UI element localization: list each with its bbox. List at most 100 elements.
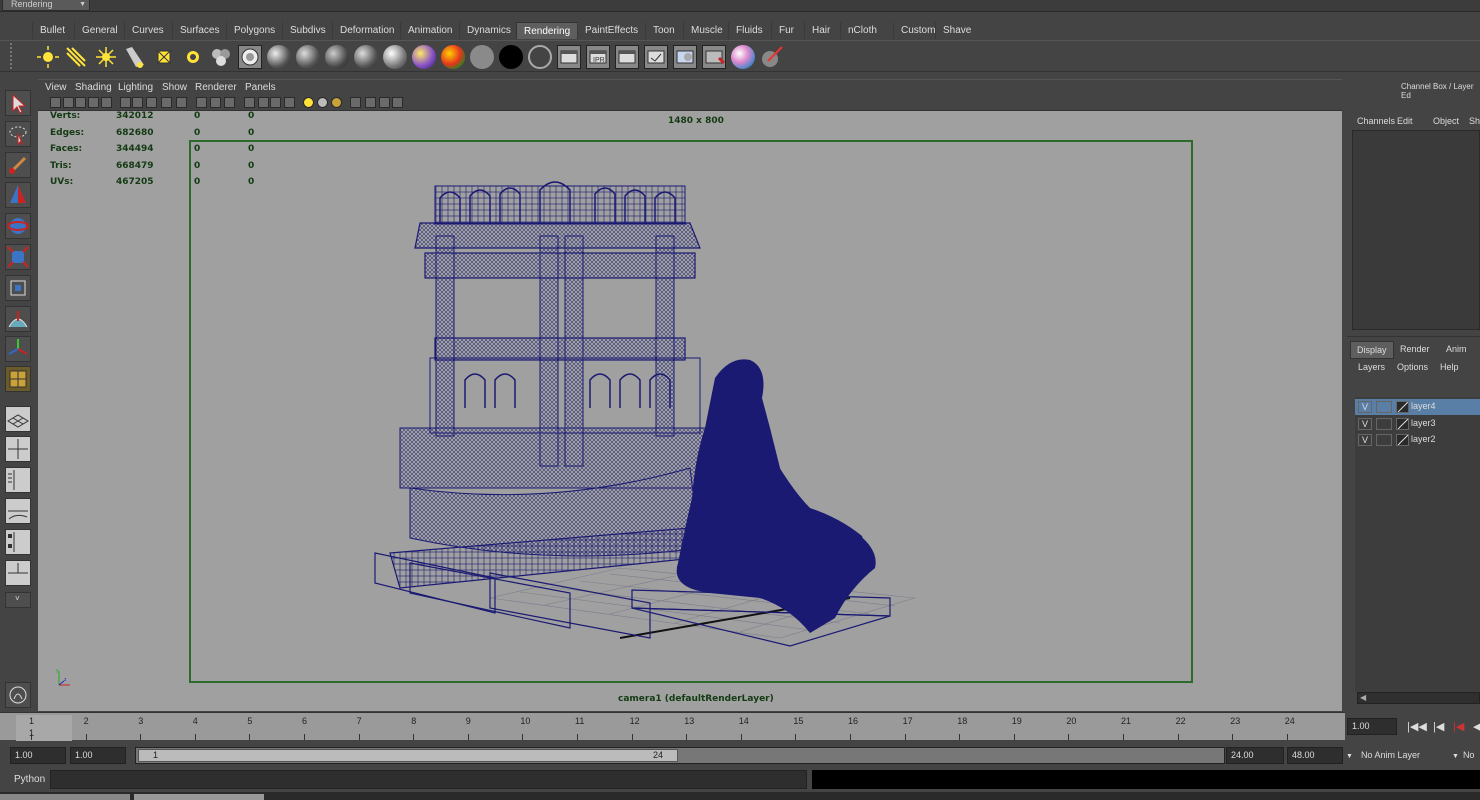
texture-icon[interactable] <box>284 97 295 108</box>
surface-shader-icon[interactable] <box>470 45 494 69</box>
layer-menu-item[interactable]: Layers <box>1358 362 1385 372</box>
hypergraph-layout-icon[interactable] <box>5 560 31 586</box>
single-perspective-layout-icon[interactable] <box>5 406 31 432</box>
ambient-occlusion-icon[interactable] <box>331 97 342 108</box>
rotate-tool-icon[interactable] <box>5 213 31 239</box>
point-light-icon[interactable] <box>94 45 118 69</box>
shelf-tab-deformation[interactable]: Deformation <box>332 22 401 39</box>
anim-start-field[interactable]: 1.00 <box>70 747 126 764</box>
ambient-light-icon[interactable] <box>36 45 60 69</box>
use-background-icon[interactable] <box>499 45 523 69</box>
go-to-start-icon[interactable]: |◀◀ <box>1407 720 1427 733</box>
scroll-left-icon[interactable]: ◀ <box>1360 693 1366 702</box>
character-set-dropdown[interactable]: ▼ No <box>1452 747 1480 764</box>
layer-menu-item[interactable]: Options <box>1397 362 1428 372</box>
viewport-menu-view[interactable]: View <box>45 82 67 93</box>
select-camera-icon[interactable] <box>50 97 61 108</box>
layer-type-toggle[interactable] <box>1376 401 1392 413</box>
area-light-icon[interactable] <box>152 45 176 69</box>
layer-tab-display[interactable]: Display <box>1350 341 1394 359</box>
lambert-material-icon[interactable] <box>296 45 320 69</box>
minimized-window[interactable] <box>0 794 130 800</box>
shelf-tab-animation[interactable]: Animation <box>400 22 459 39</box>
shelf-tab-fur[interactable]: Fur <box>771 22 801 39</box>
uv-editor-icon[interactable] <box>5 366 31 392</box>
play-back-icon[interactable]: ◀ <box>1473 720 1480 733</box>
layer-type-toggle[interactable] <box>1376 434 1392 446</box>
step-back-frame-icon[interactable]: |◀ <box>1453 720 1464 733</box>
layer-color-swatch[interactable] <box>1396 417 1409 430</box>
film-gate-icon[interactable] <box>146 97 157 108</box>
camera-attributes-icon[interactable] <box>63 97 74 108</box>
shelf-tab-muscle[interactable]: Muscle <box>683 22 730 39</box>
layer-visibility-toggle[interactable]: V <box>1358 401 1372 413</box>
render-diagnostics-icon[interactable] <box>702 45 726 69</box>
hypershade-icon[interactable] <box>209 45 233 69</box>
shelf-tab-bullet[interactable]: Bullet <box>32 22 72 39</box>
shelf-tab-curves[interactable]: Curves <box>124 22 171 39</box>
grease-pencil-icon[interactable] <box>120 97 131 108</box>
shelf-tab-painteffects[interactable]: PaintEffects <box>577 22 645 39</box>
layer-menu-item[interactable]: Help <box>1440 362 1459 372</box>
smooth-shade-icon[interactable] <box>258 97 269 108</box>
shelf-tab-shave[interactable]: Shave <box>935 22 978 39</box>
spot-light-icon[interactable] <box>122 45 146 69</box>
field-chart-icon[interactable] <box>196 97 207 108</box>
shadows-icon[interactable] <box>317 97 328 108</box>
shading-group-icon[interactable] <box>528 45 552 69</box>
layer-row[interactable]: Vlayer2 <box>1355 432 1480 448</box>
viewport-menu-lighting[interactable]: Lighting <box>118 82 153 93</box>
start-time-field[interactable]: 1.00 <box>10 747 66 764</box>
ramp-shader-icon[interactable] <box>441 45 465 69</box>
render-settings-icon[interactable] <box>644 45 668 69</box>
paint-canvas-icon[interactable] <box>760 45 784 69</box>
layer-row[interactable]: Vlayer4 <box>1355 399 1480 415</box>
lasso-tool-icon[interactable] <box>5 121 31 147</box>
persp-outliner-layout-icon[interactable] <box>5 467 31 493</box>
soft-modification-icon[interactable] <box>5 306 31 332</box>
shelf-tab-rendering[interactable]: Rendering <box>516 22 579 39</box>
viewport-menu-show[interactable]: Show <box>162 82 187 93</box>
use-lights-icon[interactable] <box>303 97 314 108</box>
shelf-tab-polygons[interactable]: Polygons <box>226 22 282 39</box>
2d-pan-zoom-icon[interactable] <box>101 97 112 108</box>
current-frame-marker[interactable] <box>16 715 72 741</box>
layer-color-swatch[interactable] <box>1396 401 1409 413</box>
mental-ray-icon[interactable] <box>731 45 755 69</box>
paint-select-tool-icon[interactable] <box>5 152 31 178</box>
command-language-label[interactable]: Python <box>14 774 45 785</box>
layer-row[interactable]: Vlayer3 <box>1355 416 1480 432</box>
shelf-tab-toon[interactable]: Toon <box>645 22 682 39</box>
layer-tab-render[interactable]: Render <box>1394 341 1436 357</box>
volume-light-icon[interactable] <box>181 45 205 69</box>
shelf-tab-subdivs[interactable]: Subdivs <box>282 22 333 39</box>
select-tool-icon[interactable] <box>5 90 31 116</box>
directional-light-icon[interactable] <box>64 45 88 69</box>
command-input[interactable] <box>50 770 807 789</box>
menu-set-dropdown[interactable]: Rendering ▼ <box>2 0 90 11</box>
render-layer-icon[interactable] <box>673 45 697 69</box>
safe-title-icon[interactable] <box>224 97 235 108</box>
gate-mask-icon[interactable] <box>176 97 187 108</box>
channel-box-menu-item[interactable]: Channels <box>1357 116 1395 126</box>
scale-tool-icon[interactable] <box>5 244 31 270</box>
shelf-tab-ncloth[interactable]: nCloth <box>840 22 884 39</box>
channel-box-menu-item[interactable]: Edit <box>1397 116 1413 126</box>
batch-render-icon[interactable] <box>615 45 639 69</box>
shelf-handle-icon[interactable] <box>10 43 26 69</box>
layer-scrollbar[interactable]: ◀ <box>1357 692 1480 704</box>
layer-visibility-toggle[interactable]: V <box>1358 417 1372 430</box>
end-time-field[interactable]: 24.00 <box>1226 747 1284 764</box>
render-view-icon[interactable] <box>238 45 262 69</box>
resolution-gate-icon[interactable] <box>161 97 172 108</box>
render-current-frame-icon[interactable] <box>557 45 581 69</box>
layered-shader-icon[interactable] <box>412 45 436 69</box>
wireframe-icon[interactable] <box>244 97 255 108</box>
shelf-tab-fluids[interactable]: Fluids <box>728 22 770 39</box>
current-time-field[interactable]: 1.00 <box>1347 718 1397 735</box>
layer-visibility-toggle[interactable]: V <box>1358 434 1372 446</box>
grid-icon[interactable] <box>132 97 143 108</box>
viewport-menu-shading[interactable]: Shading <box>75 82 112 93</box>
quick-layout-icon[interactable] <box>5 682 31 708</box>
shelf-tab-surfaces[interactable]: Surfaces <box>172 22 226 39</box>
